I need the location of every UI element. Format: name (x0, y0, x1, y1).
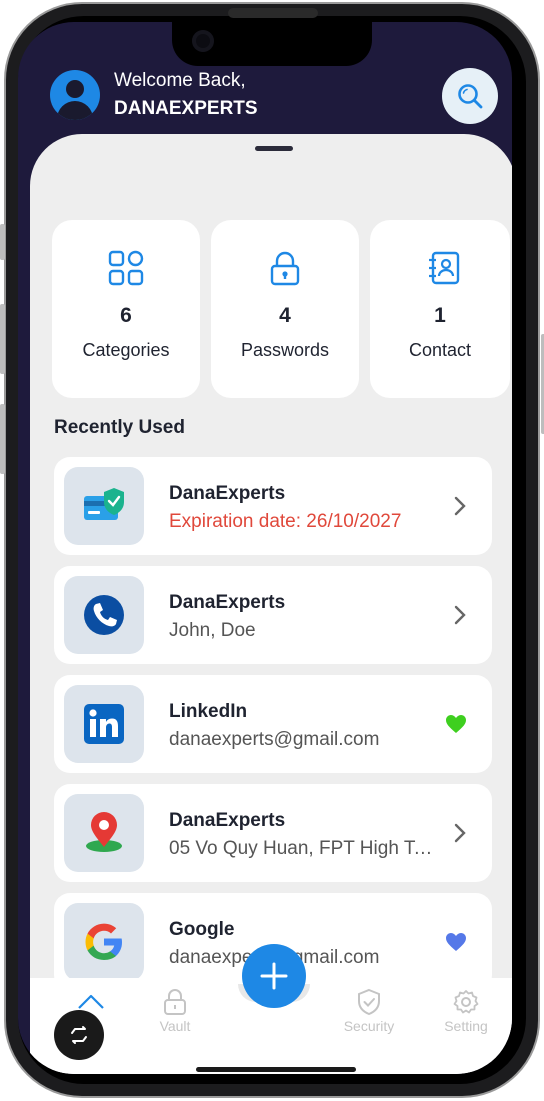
stat-count: 6 (120, 304, 132, 327)
list-item[interactable]: DanaExperts Expiration date: 26/10/2027 (54, 457, 492, 555)
item-thumbnail (64, 903, 144, 981)
nav-setting[interactable]: Setting (426, 988, 506, 1034)
home-indicator (196, 1067, 356, 1072)
stat-card-categories[interactable]: 6 Categories (52, 220, 200, 398)
item-subtitle: John, Doe (169, 620, 256, 641)
item-title: DanaExperts (169, 810, 286, 831)
stat-card-contact[interactable]: 1 Contact (370, 220, 510, 398)
avatar-head-shape (66, 80, 84, 98)
home-icon (78, 994, 104, 1009)
nav-security[interactable]: Security (329, 988, 409, 1034)
dynamic-island (172, 22, 372, 66)
grid-icon (108, 250, 144, 286)
sheet-drag-handle[interactable] (255, 146, 293, 151)
nav-vault-label: Vault (159, 1018, 191, 1034)
card-shield-icon (84, 488, 124, 520)
map-pin-icon (86, 812, 122, 852)
gear-icon (453, 990, 479, 1014)
item-thumbnail (64, 794, 144, 872)
lock-icon (270, 251, 300, 286)
stat-label: Contact (408, 340, 472, 360)
item-title: DanaExperts (169, 592, 286, 613)
chevron-right-icon[interactable] (452, 604, 468, 626)
avatar-body-shape (57, 101, 93, 120)
recently-used-title: Recently Used (54, 417, 185, 438)
add-button[interactable] (242, 944, 306, 1008)
app-screen: Welcome Back, DANAEXPERTS 6 Categories 4… (18, 22, 512, 1074)
mute-button (0, 224, 5, 260)
rotate-icon (71, 1026, 87, 1044)
plus-icon (260, 962, 288, 990)
volume-up-button (0, 304, 5, 374)
item-title: LinkedIn (169, 701, 248, 722)
item-thumbnail (64, 576, 144, 654)
phone-icon (84, 595, 124, 635)
nav-vault[interactable]: Vault (135, 988, 215, 1034)
item-subtitle: 05 Vo Quy Huan, FPT High Tech Park (169, 838, 439, 859)
chevron-right-icon[interactable] (452, 822, 468, 844)
stat-card-passwords[interactable]: 4 Passwords (211, 220, 359, 398)
nav-security-label: Security (343, 1018, 395, 1034)
item-subtitle: danaexperts@gmail.com (169, 729, 380, 750)
nav-setting-label: Setting (444, 1018, 488, 1034)
search-button[interactable] (442, 68, 498, 124)
speaker-grille (228, 8, 318, 18)
linkedin-icon (84, 704, 124, 744)
username: DANAEXPERTS (114, 98, 258, 119)
list-item[interactable]: DanaExperts 05 Vo Quy Huan, FPT High Tec… (54, 784, 492, 882)
item-thumbnail (64, 685, 144, 763)
avatar[interactable] (50, 70, 100, 120)
nav-home[interactable] (51, 992, 131, 1014)
google-icon (85, 923, 122, 960)
item-subtitle: Expiration date: 26/10/2027 (169, 511, 402, 532)
item-title: Google (169, 919, 235, 940)
contact-book-icon (429, 251, 460, 285)
item-title: DanaExperts (169, 483, 286, 504)
vault-lock-icon (164, 989, 186, 1015)
list-item[interactable]: DanaExperts John, Doe (54, 566, 492, 664)
stat-label: Categories (82, 340, 170, 360)
chevron-right-icon[interactable] (452, 495, 468, 517)
stat-count: 4 (279, 304, 291, 327)
stat-label: Passwords (240, 340, 330, 360)
list-item[interactable]: LinkedIn danaexperts@gmail.com (54, 675, 492, 773)
floating-action-button[interactable] (54, 1010, 104, 1060)
stat-count: 1 (434, 304, 446, 327)
volume-down-button (0, 404, 5, 474)
heart-icon[interactable] (444, 931, 468, 953)
welcome-text: Welcome Back, (114, 70, 246, 91)
camera-icon (192, 30, 214, 52)
shield-check-icon (358, 988, 380, 1016)
heart-icon[interactable] (444, 713, 468, 735)
search-icon (458, 84, 483, 109)
item-thumbnail (64, 467, 144, 545)
